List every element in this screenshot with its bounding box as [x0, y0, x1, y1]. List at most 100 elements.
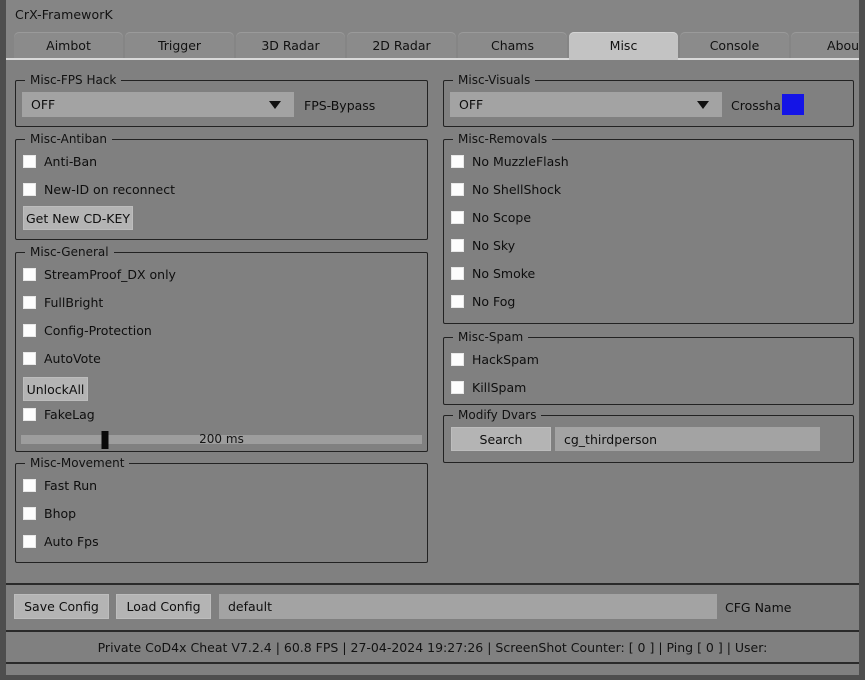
tab-strip: Aimbot Trigger 3D Radar 2D Radar Chams Misc Co… — [6, 28, 859, 59]
tab-console[interactable]: Console — [680, 32, 789, 59]
tab-2d-radar[interactable]: 2D Radar — [347, 32, 456, 59]
checkbox-label: Anti-Ban — [44, 154, 98, 169]
checkbox-label: Bhop — [44, 506, 77, 521]
checkbox-config-protection[interactable]: Config-Protection — [23, 323, 152, 338]
status-divider-bottom — [6, 662, 859, 664]
group-legend-movement: Misc-Movement — [25, 456, 130, 470]
dvar-search-button[interactable]: Search — [451, 427, 551, 451]
checkbox-no-shellshock[interactable]: No ShellShock — [451, 182, 561, 197]
checkbox-autovote[interactable]: AutoVote — [23, 351, 101, 366]
checkbox-bhop[interactable]: Bhop — [23, 506, 76, 521]
checkbox-indicator[interactable] — [23, 479, 36, 492]
tab-label: Console — [709, 38, 760, 53]
checkbox-label: KillSpam — [472, 380, 527, 395]
slider-value-label: 200 ms — [199, 432, 244, 446]
tab-misc[interactable]: Misc — [569, 32, 678, 59]
checkbox-indicator[interactable] — [451, 211, 464, 224]
checkbox-indicator[interactable] — [451, 239, 464, 252]
group-legend-visuals: Misc-Visuals — [453, 73, 536, 87]
checkbox-no-smoke[interactable]: No Smoke — [451, 266, 535, 281]
tab-3d-radar[interactable]: 3D Radar — [236, 32, 345, 59]
group-misc-movement: Misc-Movement Fast Run Bhop Auto Fps — [15, 456, 428, 563]
checkbox-indicator[interactable] — [451, 381, 464, 394]
checkbox-killspam[interactable]: KillSpam — [451, 380, 526, 395]
checkbox-indicator[interactable] — [23, 352, 36, 365]
status-text: Private CoD4x Cheat V7.2.4 | 60.8 FPS | … — [97, 639, 768, 655]
checkbox-indicator[interactable] — [451, 183, 464, 196]
tab-trigger[interactable]: Trigger — [125, 32, 234, 59]
checkbox-no-muzzleflash[interactable]: No MuzzleFlash — [451, 154, 569, 169]
checkbox-streamproof-dx-only[interactable]: StreamProof_DX only — [23, 267, 176, 282]
checkbox-label: No MuzzleFlash — [472, 154, 569, 169]
crosshair-color-swatch[interactable] — [782, 94, 804, 115]
fps-bypass-label: FPS-Bypass — [304, 98, 376, 113]
checkbox-indicator[interactable] — [23, 507, 36, 520]
slider-handle[interactable] — [101, 431, 109, 449]
cfg-name-value: default — [228, 599, 272, 614]
checkbox-indicator[interactable] — [451, 267, 464, 280]
dvar-search-value: cg_thirdperson — [564, 431, 658, 447]
checkbox-no-scope[interactable]: No Scope — [451, 210, 531, 225]
checkbox-label: No Sky — [472, 238, 516, 253]
checkbox-indicator[interactable] — [23, 296, 36, 309]
visuals-mode-value: OFF — [459, 97, 484, 112]
unlock-all-button[interactable]: UnlockAll — [23, 377, 88, 401]
checkbox-label: StreamProof_DX only — [44, 267, 176, 282]
checkbox-indicator[interactable] — [23, 155, 36, 168]
button-label: Load Config — [126, 599, 201, 614]
checkbox-indicator[interactable] — [451, 155, 464, 168]
checkbox-new-id-on-reconnect[interactable]: New-ID on reconnect — [23, 182, 175, 197]
checkbox-anti-ban[interactable]: Anti-Ban — [23, 154, 97, 169]
tab-label: Chams — [491, 38, 534, 53]
checkbox-indicator[interactable] — [23, 408, 36, 421]
checkbox-fast-run[interactable]: Fast Run — [23, 478, 97, 493]
cfg-name-input[interactable]: default — [219, 594, 717, 619]
checkbox-fakelag[interactable]: FakeLag — [23, 407, 95, 422]
checkbox-label: Config-Protection — [44, 323, 152, 338]
application-window: CrX-FrameworK Aimbot Trigger 3D Radar 2D Ra… — [0, 0, 865, 680]
tab-aimbot[interactable]: Aimbot — [14, 32, 123, 59]
get-new-cd-key-button[interactable]: Get New CD-KEY — [23, 206, 133, 230]
button-label: Search — [479, 431, 523, 447]
tab-list: Aimbot Trigger 3D Radar 2D Radar Chams Misc Co… — [14, 32, 864, 59]
checkbox-indicator[interactable] — [451, 295, 464, 308]
group-legend-fps-hack: Misc-FPS Hack — [25, 73, 122, 87]
button-label: UnlockAll — [26, 381, 85, 397]
checkbox-indicator[interactable] — [23, 324, 36, 337]
group-legend-removals: Misc-Removals — [453, 132, 553, 146]
fps-hack-mode-select[interactable]: OFF — [22, 92, 294, 117]
footer-bar: Save Config Load Config default CFG Name — [6, 585, 859, 630]
checkbox-indicator[interactable] — [23, 535, 36, 548]
visuals-mode-select[interactable]: OFF — [450, 92, 722, 117]
fakelag-delay-slider[interactable]: 200 ms — [21, 431, 422, 449]
checkbox-label: No Scope — [472, 210, 532, 225]
checkbox-no-sky[interactable]: No Sky — [451, 238, 515, 253]
checkbox-label: AutoVote — [44, 351, 101, 366]
tab-label: Aimbot — [46, 38, 91, 53]
group-misc-visuals: Misc-Visuals OFF Crosshair — [443, 73, 854, 127]
checkbox-indicator[interactable] — [23, 183, 36, 196]
window-title: CrX-FrameworK — [15, 6, 113, 22]
main-content: Misc-FPS Hack OFF FPS-Bypass Misc-Antiba… — [6, 60, 859, 580]
checkbox-indicator[interactable] — [23, 268, 36, 281]
fps-hack-mode-value: OFF — [31, 97, 56, 112]
cfg-name-label: CFG Name — [725, 600, 792, 615]
group-misc-antiban: Misc-Antiban Anti-Ban New-ID on reconnec… — [15, 132, 428, 240]
group-legend-modify-dvars: Modify Dvars — [453, 408, 542, 422]
tab-label: About — [827, 38, 864, 53]
tab-chams[interactable]: Chams — [458, 32, 567, 59]
tab-about[interactable]: About — [791, 32, 864, 59]
checkbox-no-fog[interactable]: No Fog — [451, 294, 515, 309]
load-config-button[interactable]: Load Config — [116, 594, 211, 619]
checkbox-auto-fps[interactable]: Auto Fps — [23, 534, 99, 549]
checkbox-label: FullBright — [44, 295, 104, 310]
group-modify-dvars: Modify Dvars Search cg_thirdperson — [443, 408, 854, 463]
checkbox-hackspam[interactable]: HackSpam — [451, 352, 539, 367]
group-misc-fps-hack: Misc-FPS Hack OFF FPS-Bypass — [15, 73, 428, 127]
checkbox-indicator[interactable] — [451, 353, 464, 366]
save-config-button[interactable]: Save Config — [14, 594, 109, 619]
button-label: Save Config — [24, 599, 99, 614]
dvar-search-input[interactable]: cg_thirdperson — [555, 427, 820, 451]
crosshair-label: Crosshair — [731, 98, 790, 113]
checkbox-fullbright[interactable]: FullBright — [23, 295, 103, 310]
